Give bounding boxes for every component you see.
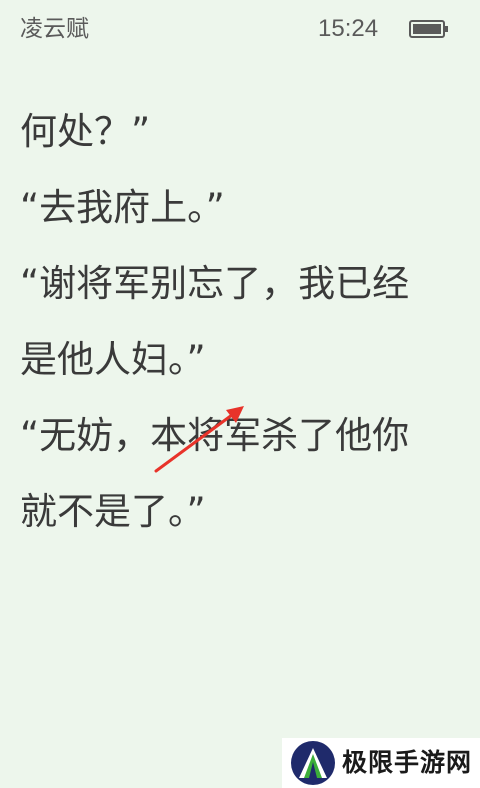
text-line: 何处？” <box>20 110 151 153</box>
status-time: 15:24 <box>318 15 379 42</box>
text-line: 就不是了。” <box>20 490 206 533</box>
text-line: 是他人妇。” <box>20 338 206 381</box>
mountain-logo-icon <box>291 741 335 785</box>
status-bar: 凌云赋 15:24 <box>0 0 480 58</box>
book-title: 凌云赋 <box>20 16 89 42</box>
reading-content[interactable]: 何处？” “去我府上。” “谢将军别忘了，我已经 是他人妇。” “无妨，本将军杀… <box>20 94 470 550</box>
text-line: “谢将军别忘了，我已经 <box>20 262 410 305</box>
battery-icon <box>409 20 448 38</box>
red-arrow-icon <box>154 406 244 473</box>
text-line: “去我府上。” <box>20 186 225 229</box>
watermark: 极限手游网 <box>282 738 480 788</box>
watermark-text: 极限手游网 <box>342 748 473 777</box>
